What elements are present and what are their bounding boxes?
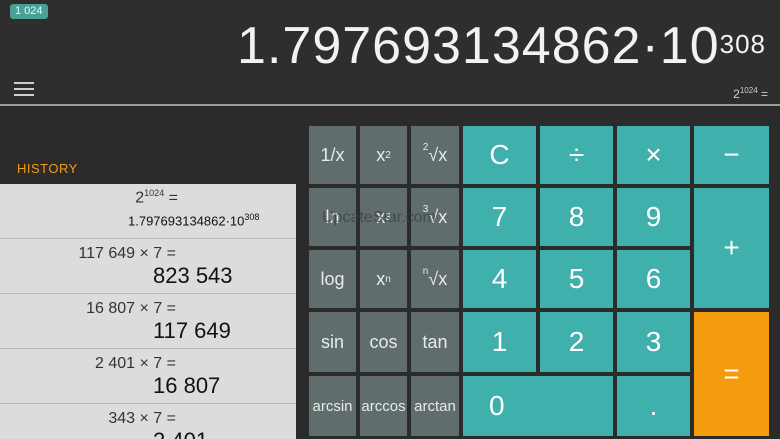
watermark: UpcateStar.com (322, 209, 436, 226)
history-list[interactable]: 21024 = 1.797693134862·10308 117 649 × 7… (0, 184, 296, 439)
decimal-button[interactable]: . (617, 376, 690, 436)
history-result: 1.797693134862·10308 (128, 212, 259, 228)
cos-button[interactable]: cos (360, 312, 407, 372)
history-result: 823 543 (153, 263, 233, 288)
tan-button[interactable]: tan (411, 312, 459, 372)
nroot-symbol: √x (428, 268, 448, 289)
nth-root-button[interactable]: n √x (411, 250, 459, 308)
digit-7-button[interactable]: 7 (463, 188, 536, 246)
display-exponent: 308 (719, 29, 766, 59)
history-expression: 21024 = (135, 188, 178, 207)
clear-button[interactable]: C (463, 126, 536, 184)
equals-button[interactable]: = (694, 312, 769, 436)
reciprocal-button[interactable]: 1/x (309, 126, 356, 184)
digit-4-button[interactable]: 4 (463, 250, 536, 308)
main-display: 1.797693134862·10308 (237, 14, 766, 78)
expression-suffix: = (757, 87, 768, 101)
arccos-button[interactable]: arccos (360, 376, 407, 436)
digit-5-button[interactable]: 5 (540, 250, 613, 308)
expression-base: 2 (733, 87, 740, 101)
history-expression: 2 401 × 7 = (95, 355, 176, 372)
square-button[interactable]: x2 (360, 126, 407, 184)
digit-2-button[interactable]: 2 (540, 312, 613, 372)
multiply-button[interactable]: × (617, 126, 690, 184)
history-expr-base: 2 (135, 189, 145, 207)
square-root-button[interactable]: 2 √x (411, 126, 459, 184)
history-expression: 16 807 × 7 = (86, 300, 176, 317)
history-result: 16 807 (153, 373, 221, 398)
history-item[interactable]: 2 401 × 7 = 16 807 (0, 349, 296, 404)
history-expr-exp: 1024 (144, 188, 165, 198)
display-mantissa: 1.797693134862·10 (237, 17, 720, 75)
plus-button[interactable]: + (694, 188, 769, 308)
digit-0-button[interactable]: 0 (463, 376, 613, 436)
nroot-index: n (422, 265, 429, 277)
history-label: HISTORY (17, 161, 78, 176)
digit-1-button[interactable]: 1 (463, 312, 536, 372)
hamburger-menu-icon[interactable] (14, 82, 34, 96)
power-button[interactable]: xn (360, 250, 407, 308)
divide-button[interactable]: ÷ (540, 126, 613, 184)
history-res-exp: 308 (244, 212, 260, 222)
history-item[interactable]: 16 807 × 7 = 117 649 (0, 294, 296, 349)
history-item[interactable]: 21024 = 1.797693134862·10308 (0, 184, 296, 239)
history-item[interactable]: 343 × 7 = 2 401 (0, 404, 296, 439)
arcsin-button[interactable]: arcsin (309, 376, 356, 436)
sqrt-index: 2 (422, 141, 429, 153)
digit-6-button[interactable]: 6 (617, 250, 690, 308)
power-exp: n (385, 273, 391, 285)
power-base: x (376, 268, 386, 289)
history-res-mantissa: 1.797693134862·10 (128, 213, 245, 229)
sqrt-symbol: √x (428, 144, 448, 165)
expression-exponent: 1024 (739, 86, 758, 95)
history-expression: 343 × 7 = (108, 410, 176, 427)
minus-button[interactable]: − (694, 126, 769, 184)
display-panel: 1 024 1.797693134862·10308 21024 = (0, 0, 780, 104)
log-button[interactable]: log (309, 250, 356, 308)
digit-9-button[interactable]: 9 (617, 188, 690, 246)
memory-badge: 1 024 (10, 4, 48, 19)
history-item[interactable]: 117 649 × 7 = 823 543 (0, 239, 296, 294)
expression-display: 21024 = (733, 86, 768, 101)
history-result: 117 649 (153, 318, 231, 343)
arctan-button[interactable]: arctan (411, 376, 459, 436)
sin-button[interactable]: sin (309, 312, 356, 372)
square-exp: 2 (385, 149, 391, 161)
square-base: x (376, 144, 386, 165)
history-expr-suffix: = (164, 189, 178, 207)
digit-3-button[interactable]: 3 (617, 312, 690, 372)
history-result: 2 401 (153, 428, 208, 439)
display-divider (0, 104, 780, 106)
digit-8-button[interactable]: 8 (540, 188, 613, 246)
history-expression: 117 649 × 7 = (78, 245, 176, 262)
